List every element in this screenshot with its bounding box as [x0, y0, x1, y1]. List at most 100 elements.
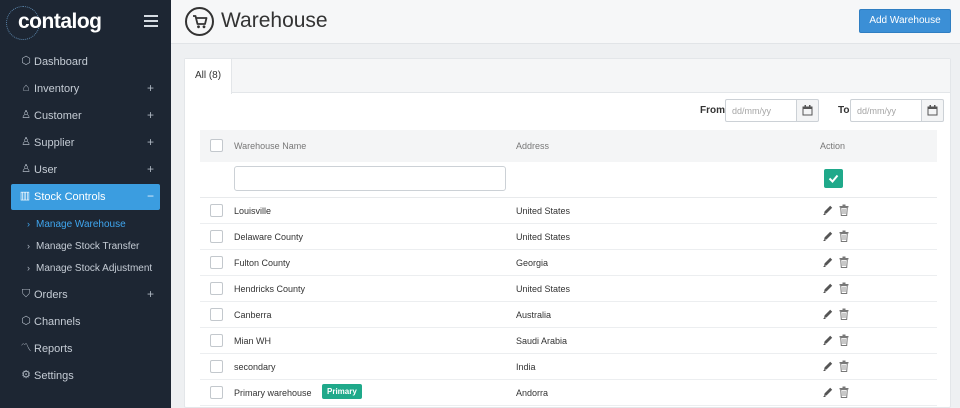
brand: contalog — [0, 0, 171, 44]
address-cell: United States — [516, 232, 571, 242]
sidebar-item-label: Reports — [34, 343, 73, 355]
warehouse-name-cell: Louisville — [234, 206, 272, 216]
column-header-address: Address — [516, 141, 550, 151]
warehouse-name-filter-input[interactable] — [234, 166, 506, 191]
expand-plus-icon[interactable]: + — [147, 162, 154, 176]
trash-icon[interactable] — [839, 334, 849, 346]
sidebar-item-settings[interactable]: ⚙ Settings — [0, 363, 171, 389]
sidebar-item-reports[interactable]: 〽 Reports — [0, 336, 171, 362]
sidebar-item-inventory[interactable]: ⌂ Inventory + — [0, 76, 171, 102]
trash-icon[interactable] — [839, 360, 849, 372]
sidebar-item-dashboard[interactable]: ⬡ Dashboard — [0, 49, 171, 75]
row-checkbox[interactable] — [210, 282, 223, 295]
expand-plus-icon[interactable]: + — [147, 287, 154, 301]
select-all-checkbox[interactable] — [210, 139, 223, 152]
tab-all[interactable]: All (8) — [185, 59, 232, 94]
trash-icon[interactable] — [839, 256, 849, 268]
warehouse-name-cell: Mian WH — [234, 336, 272, 346]
page-header: Warehouse Add Warehouse — [171, 0, 960, 44]
table-header: Warehouse Name Address Action — [200, 130, 937, 162]
expand-plus-icon[interactable]: + — [147, 108, 154, 122]
shopping-cart-icon — [185, 7, 214, 36]
sidebar-item-label: User — [34, 164, 58, 176]
trash-icon[interactable] — [839, 308, 849, 320]
table-row[interactable]: Hendricks County United States — [200, 276, 937, 302]
user-icon: ♙ — [21, 136, 31, 148]
apply-filter-button[interactable] — [824, 169, 843, 188]
to-calendar-button[interactable] — [922, 99, 944, 122]
expand-plus-icon[interactable]: + — [147, 135, 154, 149]
sidebar-subitem-manage-stock-adjustment[interactable]: › Manage Stock Adjustment — [0, 259, 171, 279]
from-date-input[interactable] — [725, 99, 797, 122]
sidebar-item-orders[interactable]: ⛉ Orders + — [0, 282, 171, 308]
warehouse-name-cell: Canberra — [234, 310, 272, 320]
table-row[interactable]: Primary warehouse Andorra Primary — [200, 380, 937, 406]
trash-icon[interactable] — [839, 204, 849, 216]
trash-icon[interactable] — [839, 282, 849, 294]
pencil-icon[interactable] — [822, 360, 834, 372]
bag-icon: ⛉ — [21, 288, 31, 300]
sidebar-subitem-manage-warehouse[interactable]: › Manage Warehouse — [0, 215, 171, 235]
sidebar-item-stock-controls[interactable]: ▥ Stock Controls − — [11, 184, 160, 210]
pencil-icon[interactable] — [822, 204, 834, 216]
sidebar-subitem-manage-stock-transfer[interactable]: › Manage Stock Transfer — [0, 237, 171, 257]
table-row[interactable]: Louisville United States — [200, 198, 937, 224]
table-row[interactable]: secondary India — [200, 354, 937, 380]
pencil-icon[interactable] — [822, 386, 834, 398]
row-checkbox[interactable] — [210, 386, 223, 399]
calendar-icon — [802, 105, 813, 116]
address-cell: Andorra — [516, 388, 549, 398]
sidebar-subitem-label: Manage Warehouse — [36, 219, 126, 230]
row-checkbox[interactable] — [210, 334, 223, 347]
address-cell: Australia — [516, 310, 552, 320]
pencil-icon[interactable] — [822, 230, 834, 242]
collapse-minus-icon[interactable]: − — [147, 189, 154, 203]
logo-text: contalog — [18, 10, 102, 33]
row-checkbox[interactable] — [210, 360, 223, 373]
column-header-action: Action — [820, 141, 846, 151]
table-row[interactable]: Delaware County United States — [200, 224, 937, 250]
table-row[interactable]: Canberra Australia — [200, 302, 937, 328]
sidebar-item-channels[interactable]: ⬡ Channels — [0, 309, 171, 335]
row-checkbox[interactable] — [210, 256, 223, 269]
from-calendar-button[interactable] — [797, 99, 819, 122]
primary-badge: Primary — [322, 384, 362, 399]
expand-plus-icon[interactable]: + — [147, 81, 154, 95]
sidebar-item-supplier[interactable]: ♙ Supplier + — [0, 130, 171, 156]
pencil-icon[interactable] — [822, 256, 834, 268]
sidebar-item-label: Dashboard — [34, 56, 88, 68]
hamburger-menu-icon[interactable] — [144, 15, 158, 27]
warehouse-name-cell: secondary — [234, 362, 276, 372]
table-row[interactable]: Fulton County Georgia — [200, 250, 937, 276]
calendar-icon — [927, 105, 938, 116]
sidebar-item-user[interactable]: ♙ User + — [0, 157, 171, 183]
chevron-right-icon: › — [27, 241, 30, 251]
trash-icon[interactable] — [839, 386, 849, 398]
sidebar-subitem-label: Manage Stock Adjustment — [36, 263, 153, 274]
address-cell: United States — [516, 206, 571, 216]
basket-icon: ⌂ — [22, 82, 30, 94]
trash-icon[interactable] — [839, 230, 849, 242]
cubes-icon: ⬡ — [21, 315, 31, 327]
contalog-logo[interactable]: contalog — [6, 4, 106, 40]
row-checkbox[interactable] — [210, 204, 223, 217]
cogs-icon: ⚙ — [21, 369, 31, 381]
add-warehouse-button[interactable]: Add Warehouse — [859, 9, 951, 33]
sidebar-item-label: Channels — [34, 316, 81, 328]
row-checkbox[interactable] — [210, 230, 223, 243]
pencil-icon[interactable] — [822, 334, 834, 346]
table-row[interactable]: Mian WH Saudi Arabia — [200, 328, 937, 354]
sidebar-item-label: Supplier — [34, 137, 75, 149]
sidebar-item-customer[interactable]: ♙ Customer + — [0, 103, 171, 129]
to-date-input[interactable] — [850, 99, 922, 122]
sidebar-item-label: Inventory — [34, 83, 80, 95]
pencil-icon[interactable] — [822, 308, 834, 320]
chevron-right-icon: › — [27, 263, 30, 273]
from-label: From — [700, 105, 725, 116]
row-checkbox[interactable] — [210, 308, 223, 321]
warehouse-name-cell: Delaware County — [234, 232, 304, 242]
warehouse-name-cell: Fulton County — [234, 258, 291, 268]
pencil-icon[interactable] — [822, 282, 834, 294]
sidebar-item-label: Stock Controls — [34, 191, 106, 203]
user-icon: ♙ — [21, 163, 31, 175]
